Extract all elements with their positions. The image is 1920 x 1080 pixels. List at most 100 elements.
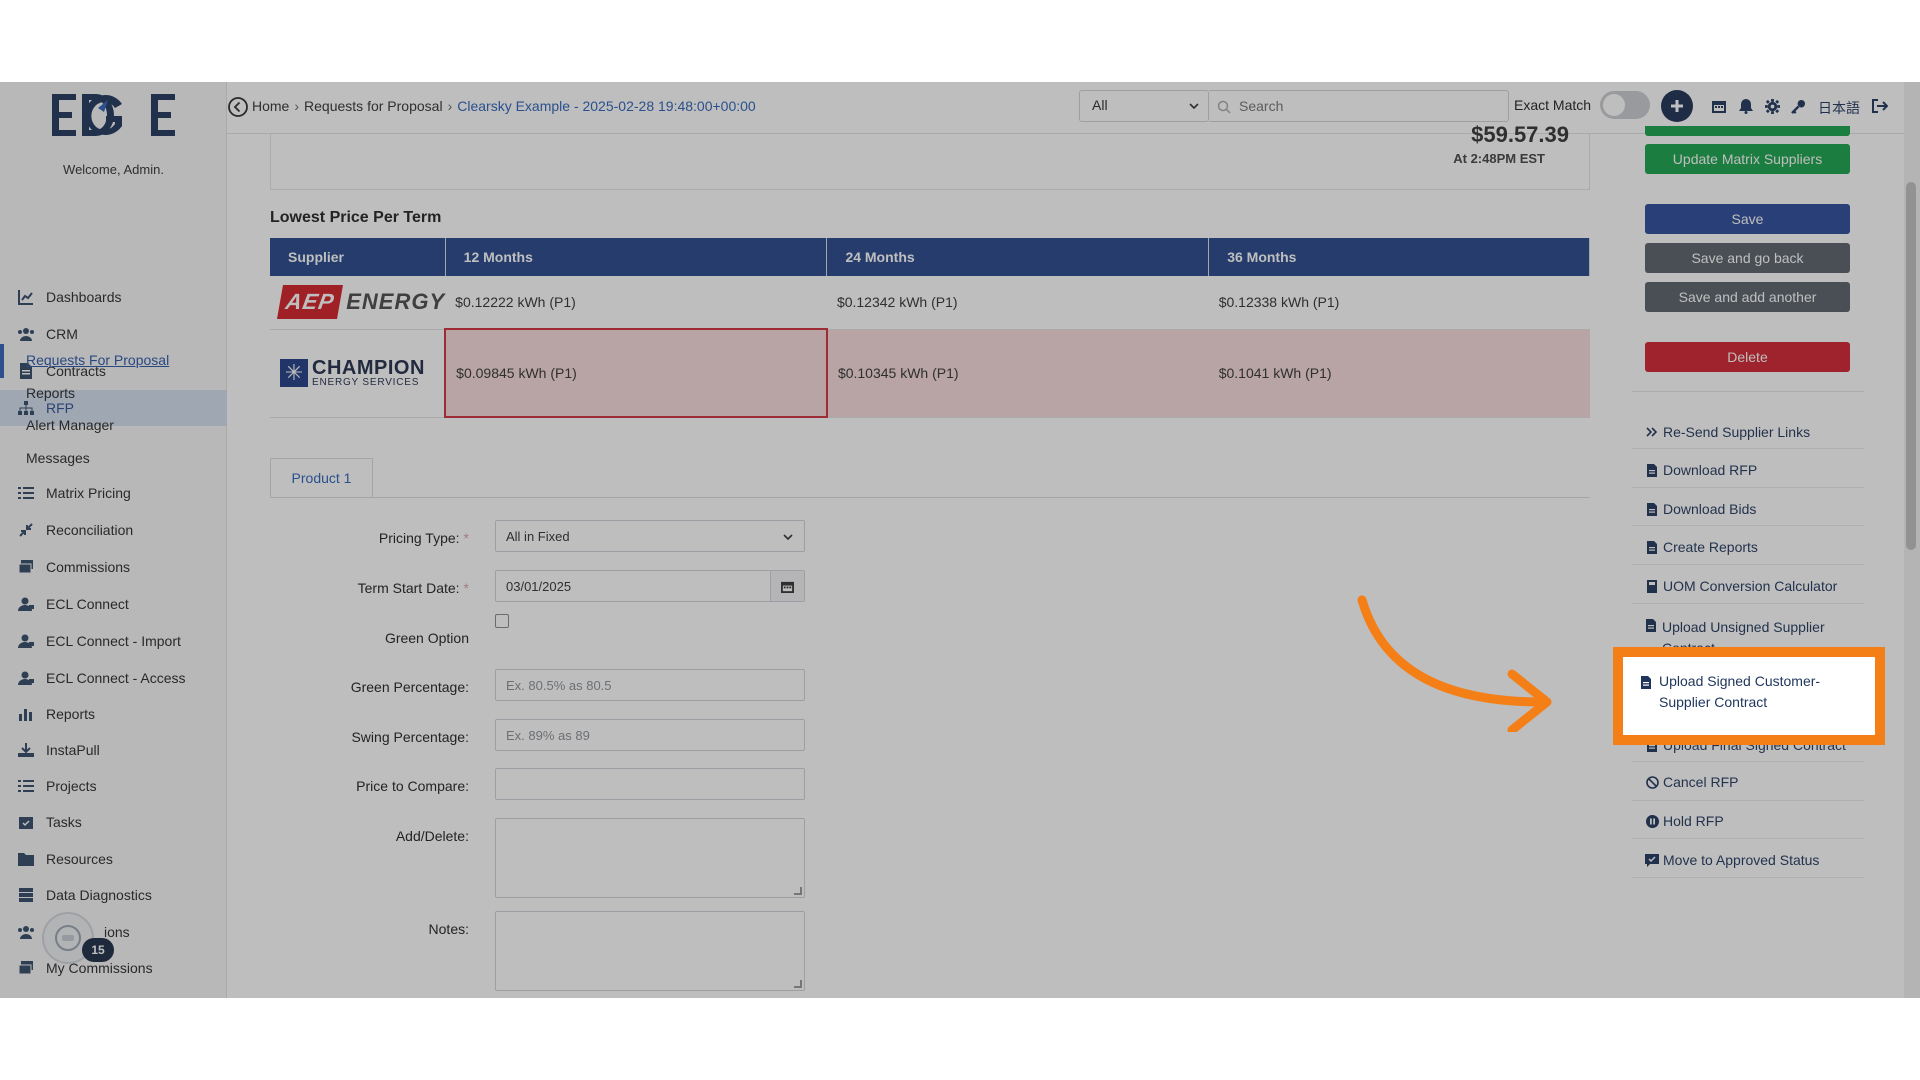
divider (1632, 525, 1864, 526)
move-to-approved-status-link[interactable]: Move to Approved Status (1645, 852, 1865, 868)
chevron-down-icon (1189, 103, 1199, 110)
nav-ecl-connect-access[interactable]: ECL Connect - Access (0, 660, 227, 696)
pause-circle-icon (1645, 814, 1659, 828)
chevron-down-icon (783, 534, 793, 541)
nav-ecl-connect-import[interactable]: ECL Connect - Import (0, 623, 227, 659)
users-icon (16, 922, 36, 942)
price-value: $59.57.39 (1471, 122, 1569, 147)
nav-instapull[interactable]: InstaPull (0, 732, 227, 768)
notes-textarea[interactable] (495, 911, 805, 991)
save-button[interactable]: Save (1645, 204, 1850, 234)
breadcrumb-requests[interactable]: Requests for Proposal (304, 98, 443, 114)
gear-icon[interactable] (1762, 96, 1782, 116)
notes-label: Notes: (428, 921, 469, 937)
file-icon (1645, 502, 1659, 516)
divider (1632, 391, 1864, 392)
exact-match-toggle[interactable] (1600, 91, 1650, 119)
nav-tasks[interactable]: Tasks (0, 804, 227, 840)
check-message-icon (1645, 853, 1659, 867)
calendar-icon (781, 581, 794, 593)
create-reports-link[interactable]: Create Reports (1645, 539, 1865, 555)
term-start-date-input[interactable]: 03/01/2025 (495, 570, 805, 602)
search-box (1209, 90, 1509, 122)
key-icon[interactable] (1788, 96, 1808, 116)
ban-icon (1645, 775, 1659, 789)
date-picker-button[interactable] (770, 571, 804, 601)
nav-resources[interactable]: Resources (0, 841, 227, 877)
pricing-type-select[interactable]: All in Fixed (495, 520, 805, 552)
price-cell: $0.12222 kWh (P1) (445, 276, 827, 330)
breadcrumb-home[interactable]: Home (252, 98, 289, 114)
download-rfp-link[interactable]: Download RFP (1645, 462, 1865, 478)
add-delete-textarea[interactable] (495, 818, 805, 898)
calendar-icon[interactable] (1709, 96, 1729, 116)
users-icon (16, 324, 36, 344)
delete-button[interactable]: Delete (1645, 342, 1850, 372)
tasks-icon (16, 776, 36, 796)
nav-crm[interactable]: CRM (0, 316, 227, 352)
subnav-messages[interactable]: Messages (26, 450, 90, 466)
green-option-checkbox[interactable] (495, 614, 509, 628)
file-icon (1645, 618, 1658, 632)
table-row: ✳ CHAMPION ENERGY SERVICES $0.09845 kWh (P… (270, 328, 1590, 418)
language-switch[interactable]: 日本語 (1818, 98, 1860, 118)
column-header: 24 Months (826, 238, 1210, 276)
logout-icon[interactable] (1870, 96, 1890, 116)
highlighted-action: Upload Signed Customer-Supplier Contract (1613, 647, 1885, 745)
column-header: Supplier (270, 238, 446, 276)
green-percentage-input[interactable]: Ex. 80.5% as 80.5 (495, 669, 805, 701)
price-timestamp: At 2:48PM EST (1453, 151, 1545, 166)
tab-product-1[interactable]: Product 1 (270, 458, 373, 498)
money-icon (16, 557, 36, 577)
chat-avatar-icon (55, 925, 81, 951)
compress-icon (16, 520, 36, 540)
bar-chart-icon (16, 704, 36, 724)
annotation-arrow-icon (1357, 595, 1552, 732)
resize-grip-icon[interactable] (794, 980, 802, 988)
sitemap-icon (16, 398, 36, 418)
price-summary-card: $59.57.39 At 2:48PM EST (270, 122, 1590, 190)
breadcrumb: Home › Requests for Proposal › Clearsky Exam… (252, 98, 756, 114)
subnav-requests-for-proposal[interactable]: Requests For Proposal (26, 352, 169, 368)
swing-percentage-input[interactable]: Ex. 89% as 89 (495, 719, 805, 751)
bell-icon[interactable] (1736, 96, 1756, 116)
nav-ecl-connect[interactable]: ECL Connect (0, 586, 227, 622)
cancel-rfp-link[interactable]: Cancel RFP (1645, 774, 1865, 790)
nav-reconciliation[interactable]: Reconciliation (0, 512, 227, 548)
database-icon (16, 885, 36, 905)
hold-rfp-link[interactable]: Hold RFP (1645, 813, 1865, 829)
aep-energy-logo: AEP ENERGY (277, 285, 445, 320)
scrollbar-thumb[interactable] (1906, 182, 1916, 550)
nav-dashboards[interactable]: Dashboards (0, 279, 227, 315)
save-and-add-another-button[interactable]: Save and add another (1645, 282, 1850, 312)
update-matrix-suppliers-button[interactable]: Update Matrix Suppliers (1645, 144, 1850, 174)
nav-ions[interactable]: ions (0, 914, 227, 950)
nav-commissions[interactable]: Commissions (0, 549, 227, 585)
resend-supplier-links-link[interactable]: Re-Send Supplier Links (1645, 424, 1865, 440)
edge-logo[interactable] (52, 90, 176, 140)
nav-projects[interactable]: Projects (0, 768, 227, 804)
resize-grip-icon[interactable] (794, 887, 802, 895)
plus-icon (1671, 100, 1683, 112)
price-cell: $0.12342 kWh (P1) (826, 276, 1209, 330)
upload-signed-customer-supplier-contract-link[interactable]: Upload Signed Customer-Supplier Contract (1641, 671, 1851, 713)
nav-reports[interactable]: Reports (0, 696, 227, 732)
subnav-reports[interactable]: Reports (26, 385, 75, 401)
nav-matrix-pricing[interactable]: Matrix Pricing (0, 475, 227, 511)
exact-match-label: Exact Match (1514, 97, 1592, 113)
subnav-alert-manager[interactable]: Alert Manager (26, 417, 114, 433)
nav-data-diagnostics[interactable]: Data Diagnostics (0, 877, 227, 913)
search-input[interactable] (1239, 91, 1499, 121)
uom-conversion-calculator-link[interactable]: UOM Conversion Calculator (1645, 578, 1865, 594)
column-header: 36 Months (1208, 238, 1590, 276)
lowest-price-cell: $0.09845 kWh (P1) (444, 328, 828, 418)
nav-my-commissions[interactable]: My Commissions (0, 950, 227, 986)
download-bids-link[interactable]: Download Bids (1645, 501, 1865, 517)
save-and-go-back-button[interactable]: Save and go back (1645, 243, 1850, 273)
price-to-compare-input[interactable] (495, 768, 805, 800)
add-new-button[interactable] (1661, 90, 1693, 122)
pricing-type-label: Pricing Type: * (378, 530, 469, 546)
double-chevron-icon (1645, 425, 1659, 439)
search-scope-select[interactable]: All (1079, 90, 1209, 122)
term-start-label: Term Start Date: * (357, 580, 469, 596)
